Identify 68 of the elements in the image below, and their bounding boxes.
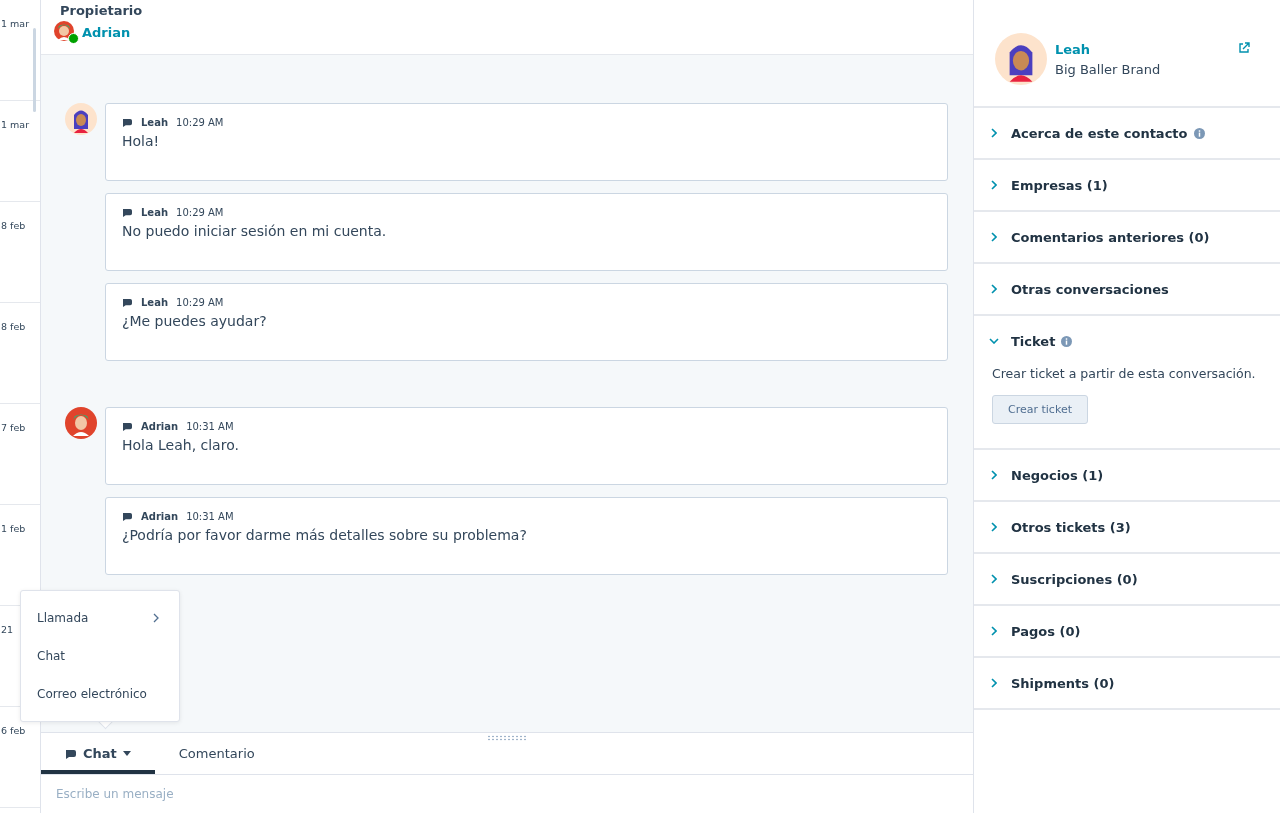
- chevron-right-icon: [991, 678, 997, 688]
- chevron-right-icon: [991, 470, 997, 480]
- section-header[interactable]: Otros tickets (3): [974, 502, 1280, 552]
- section-header[interactable]: Empresas (1): [974, 160, 1280, 210]
- section-header[interactable]: Suscripciones (0): [974, 554, 1280, 604]
- chevron-right-icon: [991, 626, 997, 636]
- section-header[interactable]: Comentarios anteriores (0): [974, 212, 1280, 262]
- message-time: 10:29 AM: [176, 297, 224, 308]
- create-ticket-button[interactable]: Crear ticket: [992, 395, 1088, 424]
- scrollbar[interactable]: [33, 28, 36, 112]
- chevron-right-icon: [153, 613, 159, 623]
- avatar-icon: [65, 103, 97, 135]
- message-time: 10:29 AM: [176, 207, 224, 218]
- menu-item[interactable]: Correo electrónico: [21, 675, 179, 713]
- sender-name: Leah: [141, 297, 169, 308]
- chat-icon: [122, 208, 133, 217]
- conversation-date: 1 feb: [1, 523, 26, 536]
- section-header[interactable]: Otras conversaciones: [974, 264, 1280, 314]
- chevron-right-icon: [991, 180, 997, 190]
- chevron-right-icon: [991, 128, 997, 138]
- message-input[interactable]: Escribe un mensaje: [41, 775, 973, 813]
- section-header[interactable]: Pagos (0): [974, 606, 1280, 656]
- conversation-date: 8 feb: [1, 220, 26, 233]
- menu-item[interactable]: Chat: [21, 637, 179, 675]
- chevron-right-icon: [991, 574, 997, 584]
- message-text: Hola Leah, claro.: [122, 437, 240, 453]
- message-time: 10:31 AM: [186, 421, 234, 432]
- contact-company: Big Baller Brand: [1055, 62, 1161, 77]
- sender-name: Leah: [141, 117, 169, 128]
- chat-icon: [122, 298, 133, 307]
- message-text: ¿Podría por favor darme más detalles sobre su problema?: [122, 527, 528, 543]
- message-text: Hola!: [122, 133, 161, 149]
- conversation-date: 7 feb: [1, 422, 26, 435]
- menu-item[interactable]: Llamada: [21, 599, 179, 637]
- resize-handle-icon[interactable]: [487, 735, 527, 741]
- caret-icon: [122, 751, 131, 756]
- message-time: 10:31 AM: [186, 511, 234, 522]
- chevron-right-icon: [991, 522, 997, 532]
- message-time: 10:29 AM: [176, 117, 224, 128]
- contact-name[interactable]: Leah: [1055, 42, 1161, 57]
- chat-icon: [122, 118, 133, 127]
- section-header[interactable]: Ticket: [974, 316, 1280, 366]
- message-text: ¿Me puedes ayudar?: [122, 313, 268, 329]
- section-header[interactable]: Negocios (1): [974, 450, 1280, 500]
- section-header[interactable]: Shipments (0): [974, 658, 1280, 708]
- owner-label: Propietario: [60, 3, 144, 18]
- chevron-down-icon: [989, 338, 999, 344]
- avatar-icon: [65, 407, 97, 439]
- conversation-date: 1 mar: [1, 119, 30, 132]
- chevron-right-icon: [991, 232, 997, 242]
- conversation-date: 21: [1, 624, 14, 637]
- conversation-date: 8 feb: [1, 321, 26, 334]
- sender-name: Adrian: [141, 511, 179, 522]
- section-header[interactable]: Acerca de este contacto: [974, 108, 1280, 158]
- conversation-date: 1 mar: [1, 18, 30, 31]
- owner-name[interactable]: Adrian: [82, 24, 131, 40]
- sender-name: Leah: [141, 207, 169, 218]
- conversation-date: 6 feb: [1, 725, 26, 738]
- message-text: No puedo iniciar sesión en mi cuenta.: [122, 223, 388, 239]
- avatar-icon: [53, 20, 77, 44]
- sender-name: Adrian: [141, 421, 179, 432]
- chat-icon: [122, 422, 133, 431]
- chevron-right-icon: [991, 284, 997, 294]
- chat-icon: [65, 748, 77, 759]
- section-description: Crear ticket a partir de esta conversación.: [992, 366, 1256, 381]
- avatar-icon: [995, 33, 1047, 85]
- external-link-icon[interactable]: [1238, 42, 1250, 54]
- chat-icon: [122, 512, 133, 521]
